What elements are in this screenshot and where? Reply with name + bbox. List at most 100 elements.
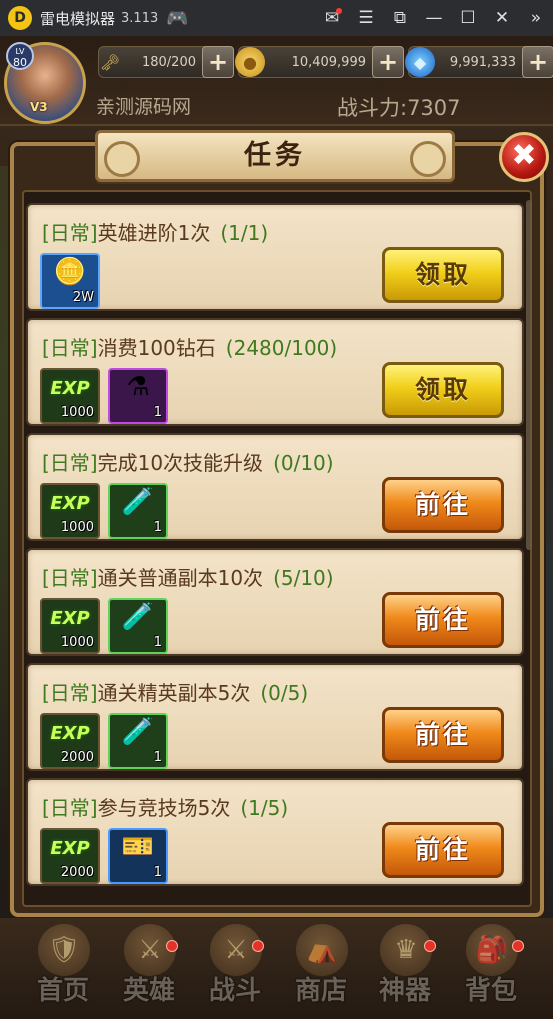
task-name: 完成10次技能升级 <box>97 451 264 475</box>
nav-shop[interactable]: ⛺ 商店 <box>278 918 364 1019</box>
task-category: [日常] <box>42 451 98 475</box>
dialog-title-plate: 任务 <box>95 130 455 182</box>
exp-icon: EXP <box>50 378 90 399</box>
task-list-scrollbar[interactable] <box>526 200 532 550</box>
task-title: [日常]英雄进阶1次 (1/1) <box>42 217 268 246</box>
potion-vial-icon: 🧪 <box>121 717 155 747</box>
go-button[interactable]: 前往 <box>382 477 504 533</box>
nav-label: 战斗 <box>208 976 261 1006</box>
reward-quantity: 2000 <box>60 865 94 880</box>
reward-item[interactable]: 🎫 1 <box>108 828 168 884</box>
task-category: [日常] <box>42 336 98 360</box>
reward-exp[interactable]: EXP 2000 <box>40 828 100 884</box>
nav-label: 英雄 <box>122 976 175 1006</box>
task-name: 参与竞技场5次 <box>97 796 231 820</box>
bag-icon: 🎒 <box>466 924 518 976</box>
arena-ticket-icon: 🎫 <box>121 832 155 862</box>
nav-label: 神器 <box>378 976 431 1006</box>
add-gold-button[interactable]: + <box>372 46 404 78</box>
home-icon: 🛡 <box>38 924 90 976</box>
reward-exp[interactable]: EXP 1000 <box>40 483 100 539</box>
reward-quantity: 1 <box>153 520 162 535</box>
potion-vial-icon: 🧪 <box>121 602 155 632</box>
emulator-screen: D 雷电模拟器 3.113 🎮 ✉ ☰ ⧉ — ☐ ✕ » LV 80 V3 🗝… <box>0 0 553 1019</box>
notification-dot <box>512 940 524 952</box>
gamepad-icon[interactable]: 🎮 <box>166 8 188 29</box>
go-button[interactable]: 前往 <box>382 592 504 648</box>
task-progress: (1/1) <box>220 221 269 245</box>
task-progress: (0/10) <box>273 451 334 475</box>
player-name: 亲测源码网 <box>96 96 192 118</box>
reward-item[interactable]: 🧪 1 <box>108 713 168 769</box>
nav-hero[interactable]: ⚔ 英雄 <box>106 918 192 1019</box>
dialog-title: 任务 <box>244 140 306 171</box>
task-row: [日常]消费100钻石 (2480/100) EXP 1000 ⚗ 1 领取 <box>26 318 524 426</box>
artifact-icon: ♛ <box>380 924 432 976</box>
claim-button[interactable]: 领取 <box>382 362 504 418</box>
mail-icon[interactable]: ✉ <box>315 0 349 36</box>
coin-icon: ● <box>235 47 265 77</box>
minimize-icon[interactable]: — <box>417 0 451 36</box>
task-progress: (0/5) <box>260 681 309 705</box>
task-progress: (1/5) <box>240 796 289 820</box>
reward-exp[interactable]: EXP 1000 <box>40 598 100 654</box>
reward-gold[interactable]: 🪙 2W <box>40 253 100 309</box>
maximize-icon[interactable]: ☐ <box>451 0 485 36</box>
task-row: [日常]通关精英副本5次 (0/5) EXP 2000 🧪 1 前往 <box>26 663 524 771</box>
emulator-title: 雷电模拟器 <box>40 9 116 28</box>
task-name: 通关精英副本5次 <box>97 681 251 705</box>
reward-quantity: 2W <box>72 290 94 305</box>
task-name: 消费100钻石 <box>97 336 216 360</box>
task-category: [日常] <box>42 796 98 820</box>
emulator-logo-icon: D <box>8 6 32 30</box>
combat-power: 战斗力:7307 <box>337 96 461 120</box>
diamond-icon: ◆ <box>405 47 435 77</box>
claim-button[interactable]: 领取 <box>382 247 504 303</box>
collapse-icon[interactable]: » <box>519 0 553 36</box>
nav-label: 商店 <box>294 976 347 1006</box>
go-button[interactable]: 前往 <box>382 822 504 878</box>
emulator-titlebar: D 雷电模拟器 3.113 🎮 ✉ ☰ ⧉ — ☐ ✕ » <box>0 0 553 36</box>
go-button[interactable]: 前往 <box>382 707 504 763</box>
add-stamina-button[interactable]: + <box>202 46 234 78</box>
task-name: 英雄进阶1次 <box>97 221 211 245</box>
reward-quantity: 1 <box>153 865 162 880</box>
reward-item[interactable]: 🧪 1 <box>108 483 168 539</box>
exp-icon: EXP <box>50 608 90 629</box>
notification-dot <box>166 940 178 952</box>
task-category: [日常] <box>42 566 98 590</box>
task-title: [日常]通关精英副本5次 (0/5) <box>42 677 308 706</box>
add-gem-button[interactable]: + <box>522 46 553 78</box>
reward-exp[interactable]: EXP 1000 <box>40 368 100 424</box>
level-badge: LV 80 <box>6 42 34 70</box>
nav-battle[interactable]: ⚔ 战斗 <box>192 918 278 1019</box>
reward-item[interactable]: 🧪 1 <box>108 598 168 654</box>
reward-quantity: 1000 <box>60 405 94 420</box>
task-title: [日常]通关普通副本10次 (5/10) <box>42 562 334 591</box>
task-row: [日常]参与竞技场5次 (1/5) EXP 2000 🎫 1 前往 <box>26 778 524 886</box>
nav-label: 背包 <box>464 976 517 1006</box>
titlebar-controls: ✉ ☰ ⧉ — ☐ ✕ » <box>315 0 553 36</box>
nav-home[interactable]: 🛡 首页 <box>20 918 106 1019</box>
task-title: [日常]参与竞技场5次 (1/5) <box>42 792 288 821</box>
task-row: [日常]英雄进阶1次 (1/1) 🪙 2W 领取 <box>26 203 524 311</box>
reward-quantity: 1000 <box>60 635 94 650</box>
notification-dot <box>252 940 264 952</box>
reward-exp[interactable]: EXP 2000 <box>40 713 100 769</box>
dialog-close-button[interactable]: ✖ <box>499 132 549 182</box>
level-value: 80 <box>13 56 27 69</box>
task-row: [日常]通关普通副本10次 (5/10) EXP 1000 🧪 1 前往 <box>26 548 524 656</box>
reward-item[interactable]: ⚗ 1 <box>108 368 168 424</box>
nav-bag[interactable]: 🎒 背包 <box>448 918 534 1019</box>
task-title: [日常]完成10次技能升级 (0/10) <box>42 447 334 476</box>
exp-icon: EXP <box>50 493 90 514</box>
close-icon[interactable]: ✕ <box>485 0 519 36</box>
screenshot-icon[interactable]: ⧉ <box>383 0 417 36</box>
task-category: [日常] <box>42 681 98 705</box>
vip-badge: V3 <box>30 100 48 114</box>
nav-artifact[interactable]: ♛ 神器 <box>362 918 448 1019</box>
menu-icon[interactable]: ☰ <box>349 0 383 36</box>
potion-flask-icon: ⚗ <box>126 372 150 402</box>
notification-dot <box>424 940 436 952</box>
task-name: 通关普通副本10次 <box>97 566 264 590</box>
